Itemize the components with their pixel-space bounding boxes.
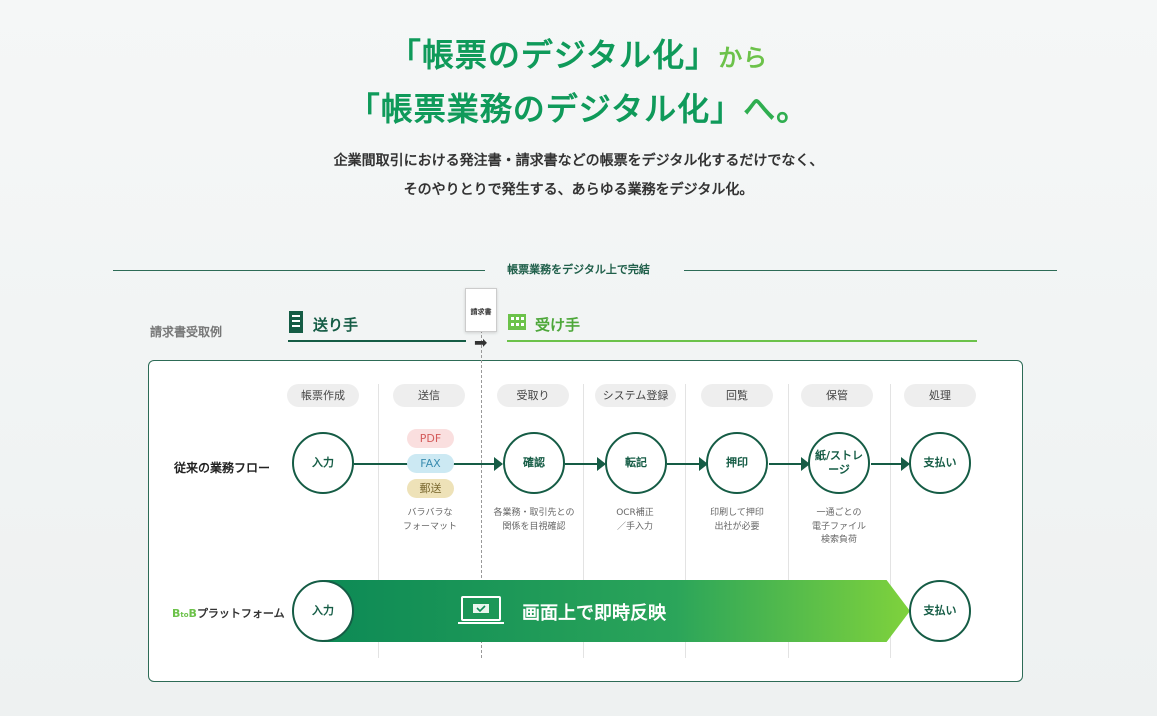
note-store: 一通ごとの 電子ファイル 検索負荷 [811,508,866,545]
step-receive: 受取り [497,384,569,407]
headline-line-2-tail: へ。 [743,90,810,128]
platform-label-b2: B [188,607,197,620]
node-input: 入力 [292,432,354,494]
headline-line-2: 「帳票業務のデジタル化」へ。 [0,84,1157,130]
platform-node-payment: 支払い [909,580,971,642]
sender-header: 送り手 [288,310,466,342]
headline-line-1: 「帳票のデジタル化」から [0,30,1157,76]
note-send: バラバラな フォーマット [402,508,457,532]
flow-connector [769,463,801,465]
banner-text: 画面上で即時反映 [522,603,666,624]
subtext-line-2: そのやりとりで発生する、あらゆる業務をデジタル化。 [403,182,754,198]
media-pdf: PDF [407,429,454,448]
headline-line-2-main: 「帳票業務のデジタル化」 [347,90,744,128]
invoice-document: 請求書 [465,288,497,332]
headline-line-1-main: 「帳票のデジタル化」 [388,36,719,74]
section-label: 帳票業務をデジタル上で完結 [507,263,650,276]
media-mail: 郵送 [407,479,454,498]
flow-connector [667,463,699,465]
media-fax: FAX [407,454,454,473]
platform-label: BtoBプラットフォーム [172,605,285,621]
receiver-label: 受け手 [535,316,581,334]
subtext-line-1: 企業間取引における発注書・請求書などの帳票をデジタル化するだけでなく、 [333,153,824,169]
flow-connector [871,463,901,465]
node-confirm: 確認 [503,432,565,494]
node-paper-storage: 紙/ストレージ [808,432,870,494]
step-create: 帳票作成 [287,384,359,407]
step-store: 保管 [801,384,873,407]
step-process: 処理 [904,384,976,407]
node-payment: 支払い [909,432,971,494]
platform-node-input: 入力 [292,580,354,642]
node-stamp: 押印 [706,432,768,494]
node-transcribe: 転記 [605,432,667,494]
step-register: システム登録 [595,384,676,407]
building-icon [289,311,303,333]
platform-label-rest: プラットフォーム [196,607,285,620]
traditional-flow-label: 従来の業務フロー [174,461,271,475]
sender-label: 送り手 [313,316,359,334]
note-receive: 各業務・取引先との 関係を目視確認 [493,508,575,532]
receiver-header: 受け手 [507,310,977,342]
handoff-arrow-icon: ➡ [474,333,488,352]
flow-connector [565,463,597,465]
note-register: OCR補正 ／手入力 [616,508,654,532]
monitor-check-icon [458,596,504,624]
platform-label-to: to [180,611,189,619]
step-review: 回覧 [701,384,773,407]
note-review: 印刷して押印 出社が必要 [710,508,764,532]
example-label: 請求書受取例 [150,325,223,339]
shop-icon [508,314,526,330]
flow-arrow-icon [494,457,503,471]
headline-line-1-tail: から [718,44,769,72]
step-send: 送信 [393,384,465,407]
